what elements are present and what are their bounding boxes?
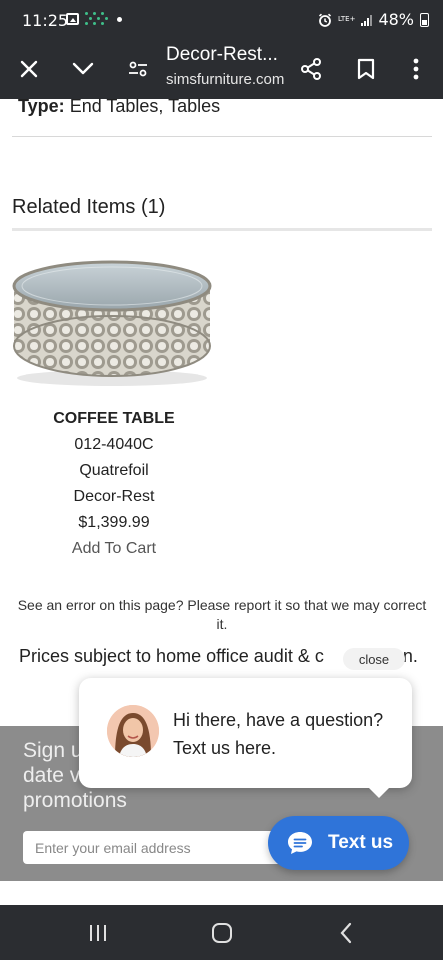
signal-icon (361, 14, 373, 26)
more-notifications-icon (117, 16, 122, 22)
text-us-button[interactable]: Text us (268, 816, 409, 870)
type-label: Type: (18, 96, 65, 116)
minimize-button[interactable] (67, 53, 99, 85)
chevron-down-icon (72, 62, 94, 75)
browser-toolbar: Decor-Rest... simsfurniture.com (0, 40, 443, 99)
divider (12, 228, 432, 231)
error-report-note: See an error on this page? Please report… (17, 597, 427, 632)
notification-icons (66, 12, 122, 26)
status-time: 11:25 (22, 11, 69, 30)
footer-gap (0, 881, 443, 905)
bookmark-button[interactable] (350, 53, 382, 85)
product-sku: 012-4040C (74, 436, 154, 453)
related-product-card: COFFEE TABLE 012-4040C Quatrefoil Decor-… (12, 408, 216, 564)
email-field[interactable] (23, 831, 283, 864)
product-price: $1,399.99 (78, 514, 150, 531)
recent-apps-button[interactable] (83, 919, 113, 947)
prices-disclaimer-tail: n. (402, 646, 418, 666)
divider (12, 136, 432, 137)
alarm-icon (318, 13, 331, 27)
share-button[interactable] (295, 53, 327, 85)
share-icon (301, 58, 321, 80)
system-icons: LTE+ 48% (318, 10, 429, 29)
more-menu-button[interactable] (400, 53, 432, 85)
product-brand: Decor-Rest (73, 488, 155, 505)
chat-icon (288, 832, 312, 854)
site-settings-button[interactable] (122, 53, 154, 85)
agent-avatar (107, 705, 159, 757)
product-collection: Quatrefoil (79, 462, 149, 479)
network-type: LTE+ (337, 15, 356, 23)
coffee-table-image[interactable] (10, 258, 214, 388)
prices-disclaimer-text: Prices subject to home office audit & c (19, 646, 324, 666)
system-navigation-bar (0, 905, 443, 960)
back-icon (340, 922, 352, 944)
more-vertical-icon (413, 58, 419, 80)
battery-percent: 48% (378, 10, 414, 29)
home-icon (212, 923, 232, 943)
type-value: End Tables, Tables (69, 96, 221, 116)
page-title: Decor-Rest... (166, 44, 278, 65)
add-to-cart-link[interactable]: Add To Cart (12, 538, 216, 564)
chat-greeting-text: Hi there, have a question? Text us here. (173, 710, 384, 758)
recents-icon (90, 925, 106, 941)
text-us-label: Text us (328, 832, 394, 853)
product-name[interactable]: COFFEE TABLE (12, 408, 216, 434)
battery-icon (420, 12, 429, 27)
tune-icon (129, 61, 147, 77)
gallery-icon (66, 13, 79, 25)
agent-avatar-image (107, 705, 159, 757)
home-button[interactable] (207, 919, 237, 947)
chat-close-button[interactable]: close (343, 648, 405, 670)
product-type: Type: End Tables, Tables (18, 96, 220, 117)
app-dots-icon (85, 12, 109, 26)
close-tab-button[interactable] (13, 53, 45, 85)
chat-greeting-bubble[interactable]: Hi there, have a question? Text us here. (79, 678, 412, 798)
close-icon (20, 60, 38, 78)
bookmark-icon (357, 58, 375, 80)
related-items-heading: Related Items (1) (12, 196, 166, 218)
page-url: simsfurniture.com (166, 71, 285, 88)
status-bar: 11:25 LTE+ 48% (0, 0, 443, 40)
back-button[interactable] (331, 919, 361, 947)
